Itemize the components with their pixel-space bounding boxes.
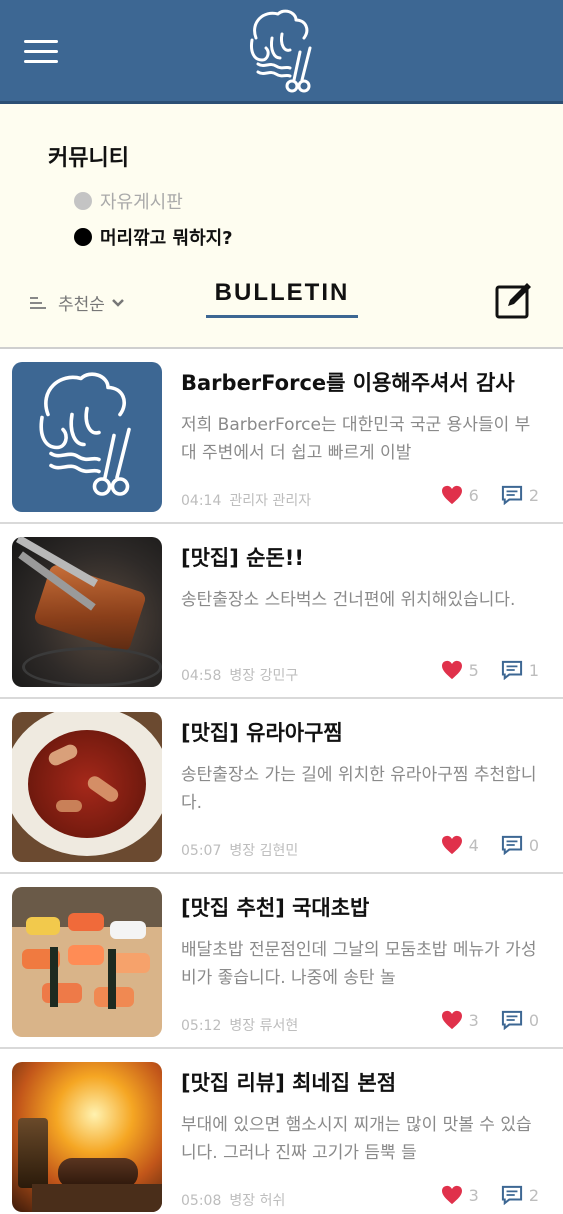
tab-bulletin[interactable]: BULLETIN bbox=[206, 276, 358, 318]
heart-icon[interactable] bbox=[441, 660, 463, 680]
post-author: 병장 허쉬 bbox=[229, 1193, 286, 1209]
post-thumbnail-steak-photo bbox=[12, 1062, 162, 1212]
sort-label: 추천순 bbox=[58, 295, 105, 315]
comment-count: 2 bbox=[528, 1185, 539, 1205]
heart-icon[interactable] bbox=[441, 485, 463, 505]
post-item[interactable]: [맛집] 유라아구찜 송탄출장소 가는 길에 위치한 유라아구찜 추천합니다. … bbox=[0, 699, 563, 874]
like-count: 6 bbox=[468, 485, 479, 505]
post-list: BarberForce를 이용해주셔서 감사 저희 BarberForce는 대… bbox=[0, 347, 563, 1214]
comment-count: 0 bbox=[528, 1010, 539, 1030]
comment-count: 2 bbox=[528, 485, 539, 505]
comment-icon[interactable] bbox=[501, 1185, 523, 1205]
board-label: 자유게시판 bbox=[100, 192, 183, 213]
comment-icon[interactable] bbox=[501, 1010, 523, 1030]
like-count: 3 bbox=[468, 1185, 479, 1205]
heart-icon[interactable] bbox=[441, 1010, 463, 1030]
like-count: 5 bbox=[468, 660, 479, 680]
post-title: [맛집 추천] 국대초밥 bbox=[181, 896, 370, 920]
comment-count: 0 bbox=[528, 835, 539, 855]
post-meta: 04:14 관리자 관리자 bbox=[181, 490, 311, 510]
post-item[interactable]: [맛집 추천] 국대초밥 배달초밥 전문점인데 그날의 모둠초밥 메뉴가 가성비… bbox=[0, 874, 563, 1049]
post-thumbnail-agujjim-photo bbox=[12, 712, 162, 862]
like-count: 4 bbox=[468, 835, 479, 855]
post-title: BarberForce를 이용해주셔서 감사 bbox=[181, 371, 515, 395]
barberforce-logo[interactable] bbox=[244, 8, 320, 98]
post-stats: 3 0 bbox=[441, 1010, 539, 1030]
post-thumbnail-logo bbox=[12, 362, 162, 512]
post-stats: 3 2 bbox=[441, 1185, 539, 1205]
post-title: [맛집] 순돈!! bbox=[181, 546, 304, 570]
post-time: 04:14 bbox=[181, 493, 222, 509]
comment-icon[interactable] bbox=[501, 485, 523, 505]
community-title: 커뮤니티 bbox=[48, 146, 129, 171]
post-author: 병장 류서현 bbox=[229, 1018, 299, 1034]
post-stats: 6 2 bbox=[441, 485, 539, 505]
post-meta: 04:58 병장 강민구 bbox=[181, 665, 298, 685]
hamburger-menu-icon[interactable] bbox=[24, 38, 60, 66]
post-stats: 5 1 bbox=[441, 660, 539, 680]
post-thumbnail-pork-photo bbox=[12, 537, 162, 687]
post-item[interactable]: [맛집] 순돈!! 송탄출장소 스타벅스 건너편에 위치해있습니다. 04:58… bbox=[0, 524, 563, 699]
post-preview: 부대에 있으면 햄소시지 찌개는 많이 맛볼 수 있습니다. 그러나 진짜 고기… bbox=[181, 1115, 532, 1163]
post-meta: 05:08 병장 허쉬 bbox=[181, 1190, 285, 1210]
like-count: 3 bbox=[468, 1010, 479, 1030]
sort-dropdown[interactable]: 추천순 bbox=[30, 290, 125, 315]
post-title: [맛집] 유라아구찜 bbox=[181, 721, 343, 745]
chevron-down-icon bbox=[112, 298, 124, 307]
post-stats: 4 0 bbox=[441, 835, 539, 855]
post-item[interactable]: [맛집 리뷰] 최네집 본점 부대에 있으면 햄소시지 찌개는 많이 맛볼 수 … bbox=[0, 1049, 563, 1214]
community-section: 커뮤니티 자유게시판 머리깎고 뭐하지? 추천순 BULLETIN bbox=[0, 104, 563, 347]
post-item[interactable]: BarberForce를 이용해주셔서 감사 저희 BarberForce는 대… bbox=[0, 349, 563, 524]
heart-icon[interactable] bbox=[441, 1185, 463, 1205]
board-dot-icon bbox=[74, 192, 92, 210]
post-author: 병장 김현민 bbox=[229, 843, 299, 859]
comment-icon[interactable] bbox=[501, 835, 523, 855]
board-label: 머리깎고 뭐하지? bbox=[100, 228, 233, 249]
edit-icon[interactable] bbox=[494, 280, 534, 320]
post-time: 04:58 bbox=[181, 668, 222, 684]
post-time: 05:12 bbox=[181, 1018, 222, 1034]
post-title: [맛집 리뷰] 최네집 본점 bbox=[181, 1071, 397, 1095]
heart-icon[interactable] bbox=[441, 835, 463, 855]
board-dot-icon bbox=[74, 228, 92, 246]
top-app-bar bbox=[0, 0, 563, 104]
board-after-haircut[interactable]: 머리깎고 뭐하지? bbox=[74, 224, 233, 250]
post-time: 05:08 bbox=[181, 1193, 222, 1209]
post-meta: 05:12 병장 류서현 bbox=[181, 1015, 298, 1035]
post-author: 관리자 관리자 bbox=[229, 493, 312, 509]
post-preview: 저희 BarberForce는 대한민국 국군 용사들이 부대 주변에서 더 쉽… bbox=[181, 415, 531, 463]
post-thumbnail-sushi-photo bbox=[12, 887, 162, 1037]
board-free[interactable]: 자유게시판 bbox=[74, 188, 183, 214]
post-author: 병장 강민구 bbox=[229, 668, 299, 684]
sort-icon bbox=[30, 296, 48, 310]
post-time: 05:07 bbox=[181, 843, 222, 859]
post-meta: 05:07 병장 김현민 bbox=[181, 840, 298, 860]
post-preview: 배달초밥 전문점인데 그날의 모둠초밥 메뉴가 가성비가 좋습니다. 나중에 송… bbox=[181, 940, 537, 988]
post-preview: 송탄출장소 스타벅스 건너편에 위치해있습니다. bbox=[181, 590, 516, 610]
post-preview: 송탄출장소 가는 길에 위치한 유라아구찜 추천합니다. bbox=[181, 765, 537, 813]
comment-count: 1 bbox=[528, 660, 539, 680]
comment-icon[interactable] bbox=[501, 660, 523, 680]
